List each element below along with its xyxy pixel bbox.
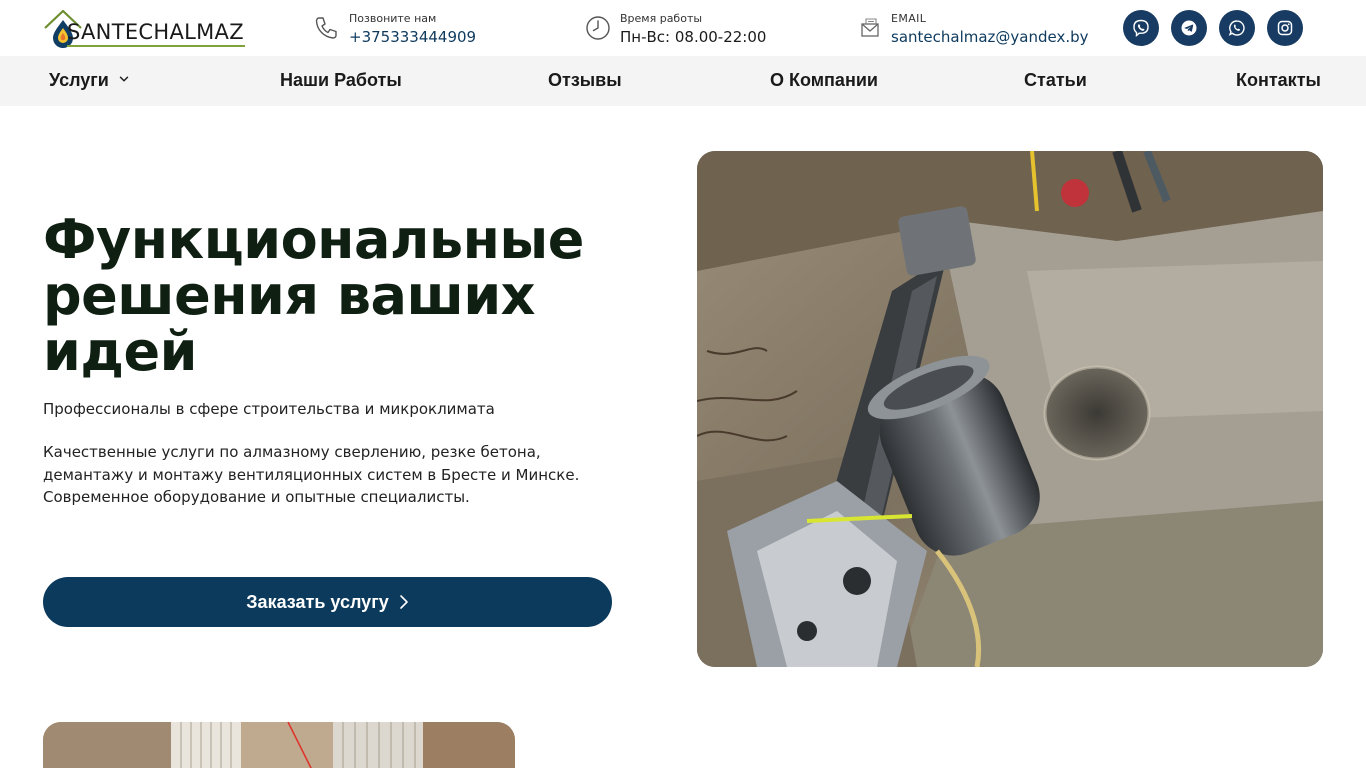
mail-icon (861, 18, 879, 37)
nav-item-contacts[interactable]: Контакты (1236, 70, 1321, 91)
main-nav: Услуги Наши Работы Отзывы О Компании Ста… (0, 56, 1366, 106)
chevron-down-icon (119, 76, 129, 82)
order-service-button[interactable]: Заказать услугу (43, 577, 612, 627)
nav-item-reviews[interactable]: Отзывы (548, 70, 622, 91)
hero-description-line: Современное оборудование и опытные специ… (43, 488, 470, 506)
hero-title-line: Функциональные (43, 208, 584, 271)
social-links (1123, 10, 1303, 46)
brand-logo[interactable]: SANTECHALMAZ (43, 8, 245, 48)
viber-icon (1133, 19, 1149, 37)
chevron-right-icon (399, 595, 408, 609)
clock-icon (586, 16, 610, 40)
instagram-button[interactable] (1267, 10, 1303, 46)
hero-description-line: Качественные услуги по алмазному сверлен… (43, 443, 541, 461)
contact-hours: Время работы Пн-Вс: 08.00-22:00 (584, 11, 784, 47)
instagram-icon (1277, 20, 1293, 36)
hero-title-line: идей (43, 320, 197, 383)
logo-underline (67, 45, 245, 47)
nav-item-about[interactable]: О Компании (770, 70, 878, 91)
hero-title-line: решения ваших (43, 264, 536, 327)
hours-value: Пн-Вс: 08.00-22:00 (620, 28, 767, 46)
hero-title: Функциональные решения ваших идей (43, 212, 643, 380)
contact-email[interactable]: EMAIL santechalmaz@yandex.by (858, 11, 1098, 47)
whatsapp-button[interactable] (1219, 10, 1255, 46)
phone-label: Позвоните нам (349, 12, 437, 25)
hero-subtitle: Профессионалы в сфере строительства и ми… (43, 400, 495, 418)
viber-button[interactable] (1123, 10, 1159, 46)
hero-photo-drilling (697, 151, 1323, 667)
contact-phone[interactable]: Позвоните нам +375333444909 (312, 11, 502, 47)
email-link[interactable]: santechalmaz@yandex.by (891, 28, 1089, 46)
telegram-button[interactable] (1171, 10, 1207, 46)
phone-number-link[interactable]: +375333444909 (349, 28, 476, 46)
hours-label: Время работы (620, 12, 703, 25)
email-label: EMAIL (891, 12, 927, 25)
telegram-icon (1181, 20, 1197, 36)
nav-item-services[interactable]: Услуги (49, 70, 129, 91)
nav-item-label: Услуги (49, 70, 109, 90)
whatsapp-icon (1228, 20, 1245, 36)
hero-description: Качественные услуги по алмазному сверлен… (43, 441, 603, 509)
brand-name: SANTECHALMAZ (67, 20, 244, 44)
hero-description-line: демантажу и монтажу вентиляционных систе… (43, 465, 580, 484)
top-header: SANTECHALMAZ Позвоните нам +375333444909… (0, 0, 1366, 56)
nav-item-articles[interactable]: Статьи (1024, 70, 1087, 91)
order-service-label: Заказать услугу (246, 591, 389, 612)
nav-item-our-works[interactable]: Наши Работы (280, 70, 402, 91)
phone-icon (315, 17, 337, 39)
section-photo-ducts (43, 722, 515, 768)
